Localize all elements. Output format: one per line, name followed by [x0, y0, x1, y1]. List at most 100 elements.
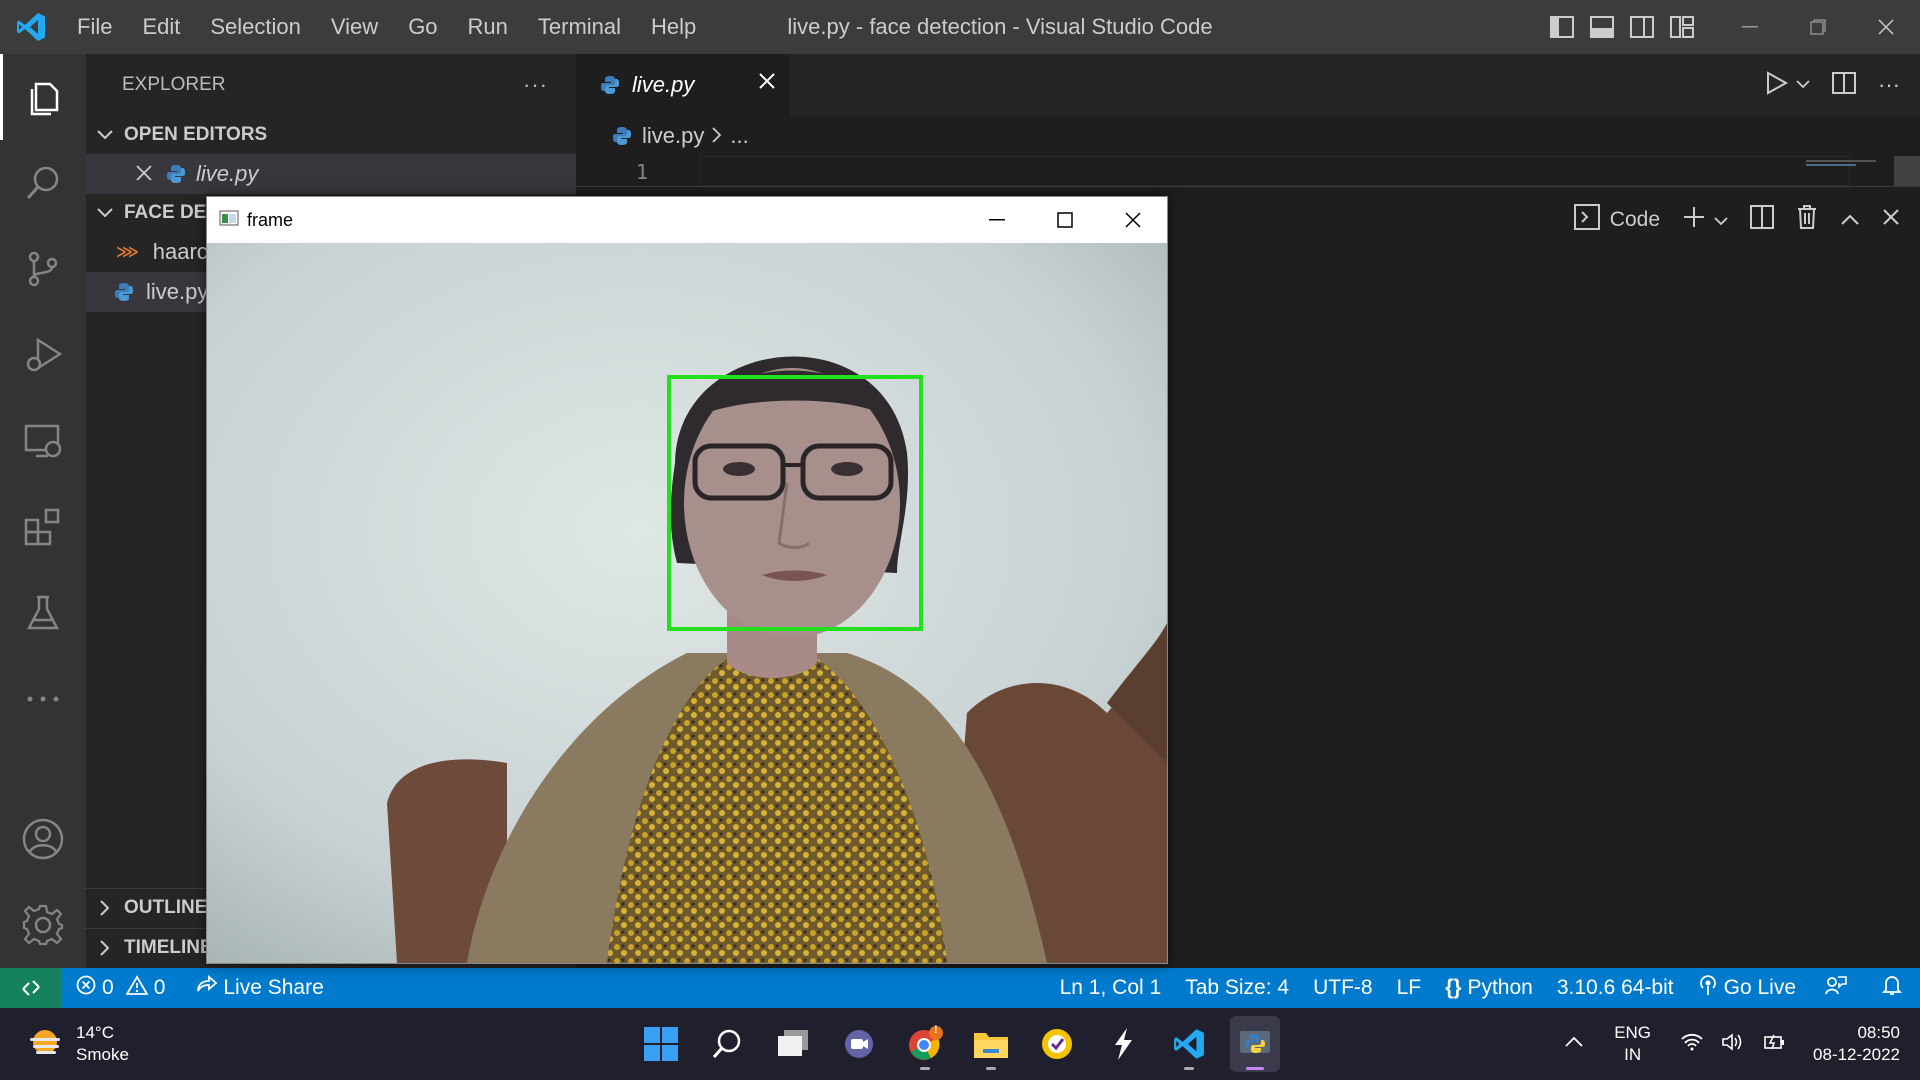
- clock-time: 08:50: [1857, 1023, 1900, 1042]
- code-editor[interactable]: 1: [576, 156, 1920, 186]
- close-tab-icon[interactable]: [758, 70, 776, 96]
- breadcrumb-symbol[interactable]: ...: [730, 123, 748, 149]
- python-taskbar-icon[interactable]: [1230, 1016, 1280, 1072]
- split-editor-icon[interactable]: [1832, 71, 1857, 99]
- webcam-scene: [207, 243, 1167, 963]
- search-taskbar-icon[interactable]: [702, 1016, 752, 1072]
- notifications-button[interactable]: [1864, 968, 1920, 1008]
- terminal-dropdown-chevron-icon[interactable]: [1714, 208, 1728, 232]
- end-of-line[interactable]: LF: [1385, 968, 1434, 1008]
- extensions-icon[interactable]: [0, 484, 86, 570]
- minimize-button[interactable]: [1716, 0, 1784, 54]
- error-count: 0: [102, 976, 114, 999]
- breadcrumb: live.py ...: [576, 116, 1920, 156]
- task-view-icon[interactable]: [768, 1016, 818, 1072]
- settings-gear-icon[interactable]: [0, 882, 86, 968]
- menu-go[interactable]: Go: [393, 0, 452, 54]
- current-line-highlight: [700, 156, 1850, 186]
- remote-explorer-icon[interactable]: [0, 398, 86, 484]
- menu-edit[interactable]: Edit: [127, 0, 195, 54]
- split-terminal-icon[interactable]: [1750, 205, 1774, 235]
- tray-overflow-chevron-icon[interactable]: [1564, 1035, 1584, 1053]
- terminal-icon: [1573, 204, 1600, 236]
- search-icon[interactable]: [0, 140, 86, 226]
- more-editor-actions-icon[interactable]: ···: [1878, 72, 1900, 98]
- frame-title-bar[interactable]: frame: [207, 197, 1167, 243]
- open-editors-section[interactable]: OPEN EDITORS: [86, 116, 576, 154]
- weather-widget[interactable]: 14°C Smoke: [26, 1022, 129, 1066]
- language-bottom: IN: [1624, 1045, 1642, 1064]
- frame-close-button[interactable]: [1099, 197, 1167, 243]
- tab-live-py[interactable]: live.py: [576, 54, 790, 116]
- menu-view[interactable]: View: [316, 0, 393, 54]
- go-live-button[interactable]: Go Live: [1686, 968, 1808, 1008]
- frame-minimize-button[interactable]: [963, 197, 1031, 243]
- cursor-position[interactable]: Ln 1, Col 1: [1048, 968, 1174, 1008]
- more-actions-icon[interactable]: ···: [523, 72, 548, 98]
- live-share-icon: [195, 975, 218, 1001]
- folder-label: FACE DET: [124, 202, 218, 223]
- tab-size[interactable]: Tab Size: 4: [1173, 968, 1301, 1008]
- more-views-icon[interactable]: [0, 656, 86, 742]
- toggle-sidebar-icon[interactable]: [1542, 0, 1582, 54]
- python-interpreter[interactable]: 3.10.6 64-bit: [1545, 968, 1686, 1008]
- language-mode[interactable]: {} Python: [1433, 968, 1545, 1008]
- frame-app-icon: [219, 210, 239, 231]
- close-window-button[interactable]: [1852, 0, 1920, 54]
- python-file-icon: [600, 75, 620, 95]
- menu-terminal[interactable]: Terminal: [523, 0, 636, 54]
- testing-icon[interactable]: [0, 570, 86, 656]
- customize-layout-icon[interactable]: [1662, 0, 1702, 54]
- accounts-icon[interactable]: [0, 796, 86, 882]
- broadcast-icon: [1698, 974, 1718, 1002]
- language-label: Python: [1467, 976, 1533, 999]
- vscode-taskbar-icon[interactable]: [1164, 1016, 1214, 1072]
- maximize-panel-icon[interactable]: [1840, 208, 1860, 232]
- minimap: [1806, 160, 1886, 170]
- open-editors-label: OPEN EDITORS: [124, 124, 268, 145]
- file-explorer-icon[interactable]: [966, 1016, 1016, 1072]
- explorer-icon[interactable]: [0, 54, 86, 140]
- new-terminal-icon[interactable]: [1682, 205, 1706, 235]
- go-live-label: Go Live: [1723, 976, 1796, 999]
- menu-selection[interactable]: Selection: [195, 0, 316, 54]
- live-share-button[interactable]: Live Share: [183, 968, 335, 1008]
- volume-icon[interactable]: [1721, 1032, 1745, 1057]
- run-debug-icon[interactable]: [0, 312, 86, 398]
- weather-sun-icon: [26, 1024, 64, 1065]
- start-button-icon[interactable]: [636, 1016, 686, 1072]
- problems-indicator[interactable]: 0 0: [62, 968, 177, 1008]
- chrome-icon[interactable]: !: [900, 1016, 950, 1072]
- opencv-frame-window[interactable]: frame: [206, 196, 1168, 964]
- battery-charging-icon[interactable]: [1763, 1032, 1787, 1057]
- temperature: 14°C: [76, 1023, 114, 1042]
- run-dropdown-chevron-icon[interactable]: [1796, 76, 1810, 94]
- norton-icon[interactable]: [1032, 1016, 1082, 1072]
- toggle-secondary-sidebar-icon[interactable]: [1622, 0, 1662, 54]
- bell-icon: [1881, 974, 1903, 1002]
- encoding[interactable]: UTF-8: [1301, 968, 1385, 1008]
- frame-maximize-button[interactable]: [1031, 197, 1099, 243]
- run-python-file-icon[interactable]: [1766, 70, 1789, 100]
- language-indicator[interactable]: ENG IN: [1614, 1022, 1651, 1066]
- vertical-scrollbar[interactable]: [1894, 156, 1920, 186]
- close-panel-icon[interactable]: [1882, 208, 1900, 232]
- close-editor-icon[interactable]: [136, 161, 152, 187]
- teams-chat-icon[interactable]: [834, 1016, 884, 1072]
- breadcrumb-file[interactable]: live.py: [642, 123, 704, 149]
- kill-terminal-icon[interactable]: [1796, 204, 1818, 236]
- remote-indicator[interactable]: [0, 968, 62, 1008]
- restore-button[interactable]: [1784, 0, 1852, 54]
- clock[interactable]: 08:50 08-12-2022: [1813, 1022, 1900, 1066]
- menu-file[interactable]: File: [62, 0, 127, 54]
- active-indicator: [1246, 1067, 1264, 1070]
- toggle-panel-icon[interactable]: [1582, 0, 1622, 54]
- menu-help[interactable]: Help: [636, 0, 711, 54]
- wifi-icon[interactable]: [1681, 1033, 1703, 1056]
- terminal-name[interactable]: Code: [1610, 208, 1660, 232]
- source-control-icon[interactable]: [0, 226, 86, 312]
- feedback-button[interactable]: [1808, 968, 1864, 1008]
- open-editor-item[interactable]: live.py: [86, 154, 576, 194]
- menu-run[interactable]: Run: [453, 0, 523, 54]
- lightning-app-icon[interactable]: [1098, 1016, 1148, 1072]
